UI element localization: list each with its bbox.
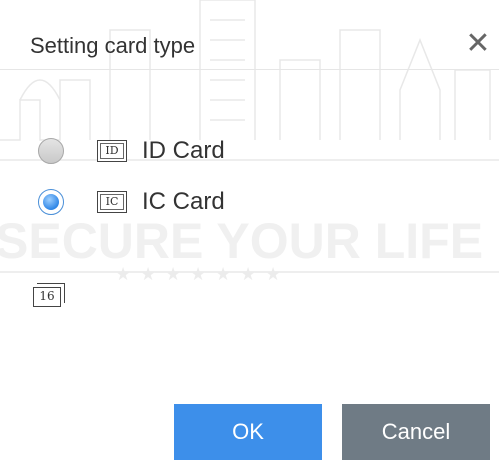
close-icon[interactable]: ✕ — [463, 26, 493, 62]
dialog-titlebar: Setting card type ✕ — [0, 0, 499, 70]
dialog-title: Setting card type — [30, 33, 196, 58]
setting-card-type-dialog: SECURE YOUR LIFE ★ ★ ★ ★ ★ ★ ★ Setting c… — [0, 0, 499, 472]
id-card-icon: ID — [97, 140, 127, 162]
id-card-icon-text: ID — [105, 144, 119, 157]
card-digits-icon[interactable]: 16 — [33, 283, 67, 307]
ic-card-label: IC Card — [142, 188, 225, 215]
card-digits-icon-text: 16 — [33, 287, 61, 307]
option-id-card[interactable]: ID ID Card — [38, 135, 298, 167]
ok-button[interactable]: OK — [174, 404, 322, 460]
cancel-button[interactable]: Cancel — [342, 404, 490, 460]
svg-text:★: ★ — [190, 264, 206, 285]
svg-text:★: ★ — [215, 264, 231, 285]
id-card-label: ID Card — [142, 137, 225, 164]
ic-card-icon-text: IC — [105, 195, 119, 208]
ic-card-icon: IC — [97, 191, 127, 213]
svg-text:★: ★ — [140, 264, 156, 285]
watermark-text: SECURE YOUR LIFE — [0, 213, 483, 269]
radio-selected-dot — [43, 194, 59, 210]
ic-card-radio[interactable] — [38, 189, 64, 215]
svg-text:★: ★ — [265, 264, 281, 285]
option-ic-card[interactable]: IC IC Card — [38, 186, 298, 218]
svg-text:★: ★ — [115, 264, 131, 285]
id-card-radio[interactable] — [38, 138, 64, 164]
svg-text:★: ★ — [240, 264, 256, 285]
svg-text:★: ★ — [165, 264, 181, 285]
